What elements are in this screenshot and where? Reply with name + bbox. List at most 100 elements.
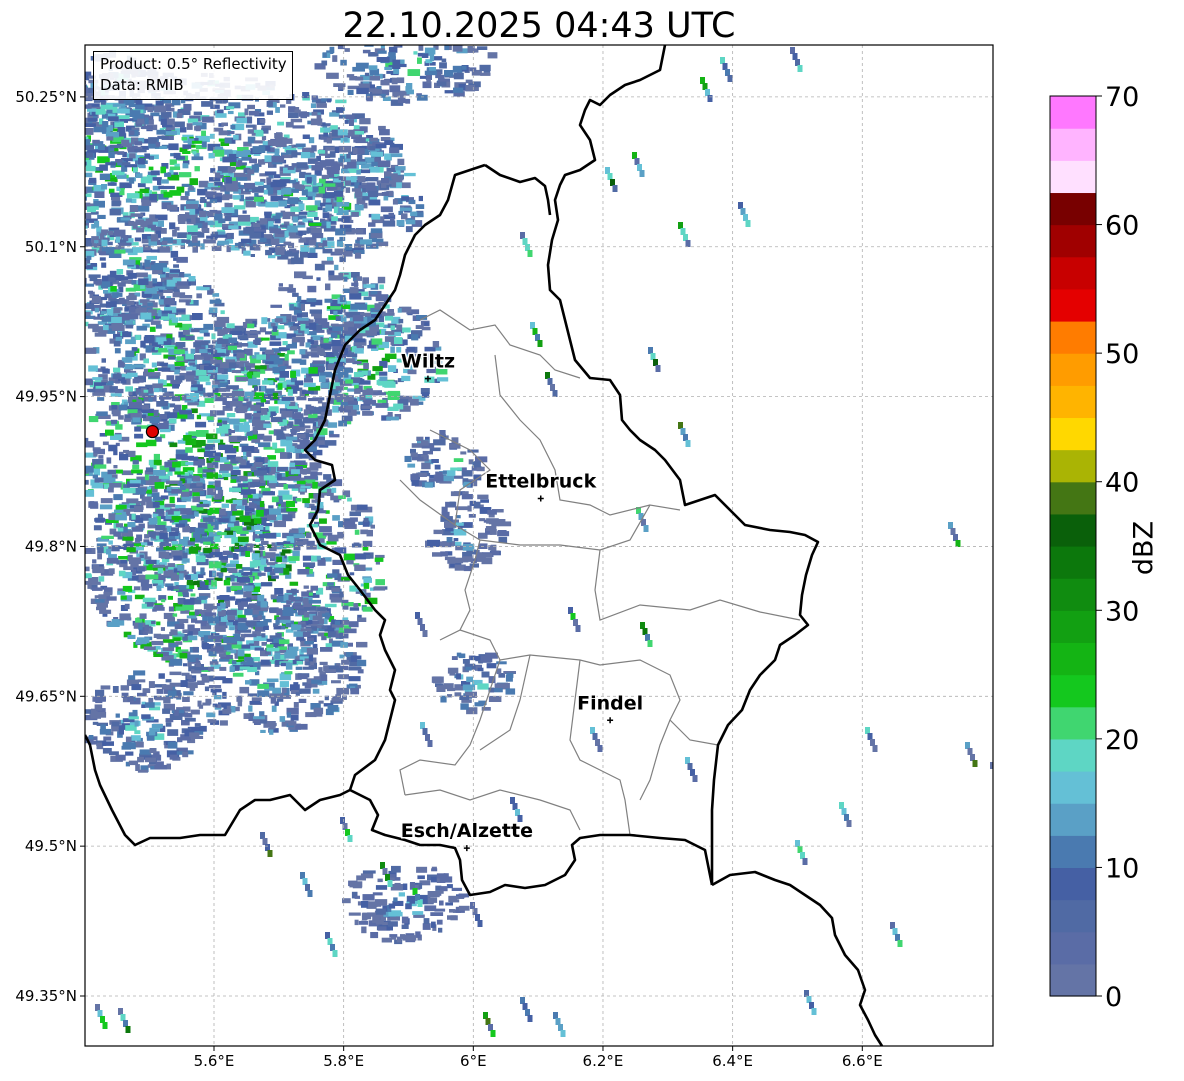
echo-cell: [249, 700, 261, 705]
echo-cell: [159, 532, 168, 540]
echo-cell: [289, 304, 294, 310]
echo-cell: [271, 705, 277, 712]
echo-cell: [24, 175, 35, 179]
echo-cell: [101, 358, 106, 363]
echo-cell: [311, 111, 318, 116]
echo-cell: [347, 353, 358, 358]
echo-cell: [46, 147, 53, 150]
echo-cell: [125, 350, 135, 358]
echo-cell: [240, 489, 252, 495]
echo-cell: [98, 455, 104, 459]
echo-cell: [298, 688, 311, 694]
echo-cell: [211, 333, 216, 340]
echo-cell: [388, 212, 394, 217]
echo-cell: [20, 135, 28, 140]
echo-cell: [199, 595, 208, 599]
echo-cell: [180, 486, 186, 491]
echo-cell: [377, 160, 391, 167]
echo-cell: [34, 122, 41, 128]
echo-cell: [246, 658, 254, 663]
echo-cell: [298, 698, 307, 703]
echo-cell: [307, 405, 314, 411]
echo-cell: [308, 599, 321, 604]
echo-cell: [312, 643, 318, 649]
echo-cell: [140, 176, 153, 184]
echo-cell: [164, 172, 172, 177]
echo-cell: [143, 389, 149, 393]
echo-cell: [105, 429, 114, 436]
echo-cell: [295, 498, 302, 502]
echo-cell: [181, 239, 190, 243]
echo-cell: [306, 648, 318, 655]
echo-cell: [343, 553, 356, 561]
echo-cell: [124, 414, 131, 419]
echo-cell: [101, 535, 114, 539]
echo-cell: [72, 190, 84, 196]
echo-cell: [157, 220, 164, 227]
echo-cell: [52, 125, 57, 131]
echo-cell: [33, 225, 43, 229]
echo-cell: [41, 202, 48, 206]
echo-cell: [195, 555, 206, 563]
echo-cell: [402, 327, 411, 333]
echo-cell: [92, 474, 98, 479]
echo-cell: [125, 198, 132, 203]
echo-cell: [188, 655, 196, 662]
echo-cell: [217, 240, 230, 245]
echo-cell: [236, 177, 248, 181]
echo-cell: [216, 532, 227, 536]
echo-cell: [298, 215, 307, 219]
echo-cell: [350, 655, 358, 662]
echo-cell: [17, 193, 24, 197]
echo-cell: [60, 231, 64, 236]
echo-cell: [110, 419, 117, 424]
echo-cell: [305, 205, 318, 211]
echo-cell: [162, 387, 167, 393]
echo-cell: [196, 293, 202, 299]
echo-cell: [348, 676, 361, 682]
echo-cell: [257, 615, 262, 620]
echo-cell: [287, 452, 292, 459]
echo-cell: [377, 399, 387, 403]
echo-cell: [317, 559, 326, 566]
echo-cell: [37, 116, 45, 122]
echo-cell: [32, 225, 42, 230]
echo-cell: [58, 193, 71, 199]
echo-cell: [85, 212, 92, 219]
echo-cell: [214, 456, 220, 461]
echo-cell: [321, 613, 331, 618]
echo-cell: [66, 207, 73, 211]
echo-cell: [306, 532, 312, 539]
echo-cell: [174, 471, 185, 475]
echo-cell: [268, 505, 274, 509]
echo-cell: [182, 163, 189, 169]
echo-cell: [280, 366, 287, 370]
echo-cell: [276, 698, 284, 702]
echo-cell: [249, 561, 258, 568]
echo-cell: [184, 191, 190, 196]
echo-cell: [76, 171, 84, 178]
echo-cell: [254, 392, 264, 399]
echo-cell: [253, 462, 263, 467]
echo-cell: [28, 193, 40, 199]
echo-cell: [5, 136, 17, 141]
echo-cell: [237, 536, 249, 542]
echo-cell: [322, 248, 333, 254]
echo-cell: [175, 641, 183, 645]
echo-cell: [327, 582, 334, 586]
echo-cell: [66, 228, 71, 231]
echo-cell: [149, 475, 159, 483]
echo-cell: [333, 349, 339, 356]
echo-cell: [359, 118, 371, 125]
echo-cell: [214, 352, 225, 357]
echo-cell: [208, 685, 222, 689]
echo-cell: [353, 147, 358, 155]
echo-cell: [237, 436, 245, 441]
echo-cell: [381, 178, 390, 183]
echo-cell: [342, 321, 354, 327]
echo-cell: [231, 582, 245, 586]
echo-cell: [323, 474, 332, 480]
echo-cell: [314, 263, 325, 271]
echo-cell: [249, 110, 260, 116]
echo-cell: [164, 130, 177, 135]
